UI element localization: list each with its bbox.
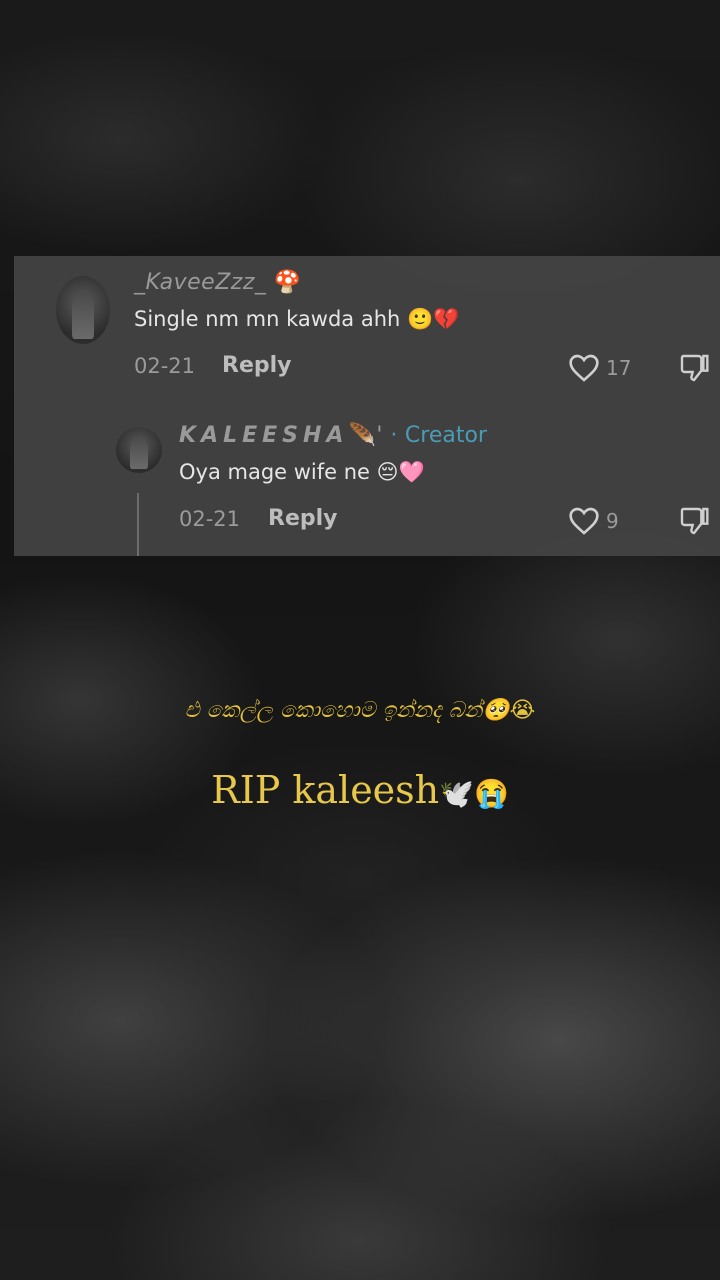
comment-text: Oya mage wife ne 😔🩷 xyxy=(179,460,425,484)
username-text: KALEESHA xyxy=(179,423,349,448)
dislike-icon[interactable] xyxy=(678,352,710,384)
comment-text: Single nm mn kawda ahh 🙂💔 xyxy=(134,307,460,331)
sinhala-caption: එ කෙල්ල කොහොම ඉන්නද බන්🥺😭 xyxy=(184,698,536,723)
heart-outline-icon[interactable] xyxy=(568,353,600,383)
dislike-icon[interactable] xyxy=(678,505,710,537)
reply-thread-line xyxy=(137,493,139,556)
rip-caption: RIP kaleesh🕊️😭 xyxy=(0,768,720,812)
username-suffix: 🪶' xyxy=(348,423,383,448)
avatar-figure xyxy=(72,290,94,339)
reply-button[interactable]: Reply xyxy=(268,506,338,531)
comment-username[interactable]: _KaveeZzz_ 🍄 xyxy=(134,270,302,295)
comment-date: 02-21 xyxy=(134,354,196,378)
username-emoji: 🍄 xyxy=(273,270,302,295)
creator-username[interactable]: KALEESHA🪶' · Creator xyxy=(179,423,487,448)
reply-button[interactable]: Reply xyxy=(222,353,292,378)
like-count: 9 xyxy=(606,509,619,533)
rip-text: RIP kaleesh xyxy=(211,768,440,812)
username-text: _KaveeZzz_ xyxy=(134,270,267,295)
avatar-figure xyxy=(129,437,149,470)
creator-avatar[interactable] xyxy=(116,427,162,473)
dove-crying-emoji: 🕊️😭 xyxy=(439,777,509,810)
creator-badge: Creator xyxy=(404,423,487,448)
avatar[interactable] xyxy=(56,276,110,344)
separator: · xyxy=(390,423,398,448)
comment-date: 02-21 xyxy=(179,507,241,531)
smoke-background xyxy=(0,0,720,1280)
heart-outline-icon[interactable] xyxy=(568,506,600,536)
like-count: 17 xyxy=(606,356,632,380)
